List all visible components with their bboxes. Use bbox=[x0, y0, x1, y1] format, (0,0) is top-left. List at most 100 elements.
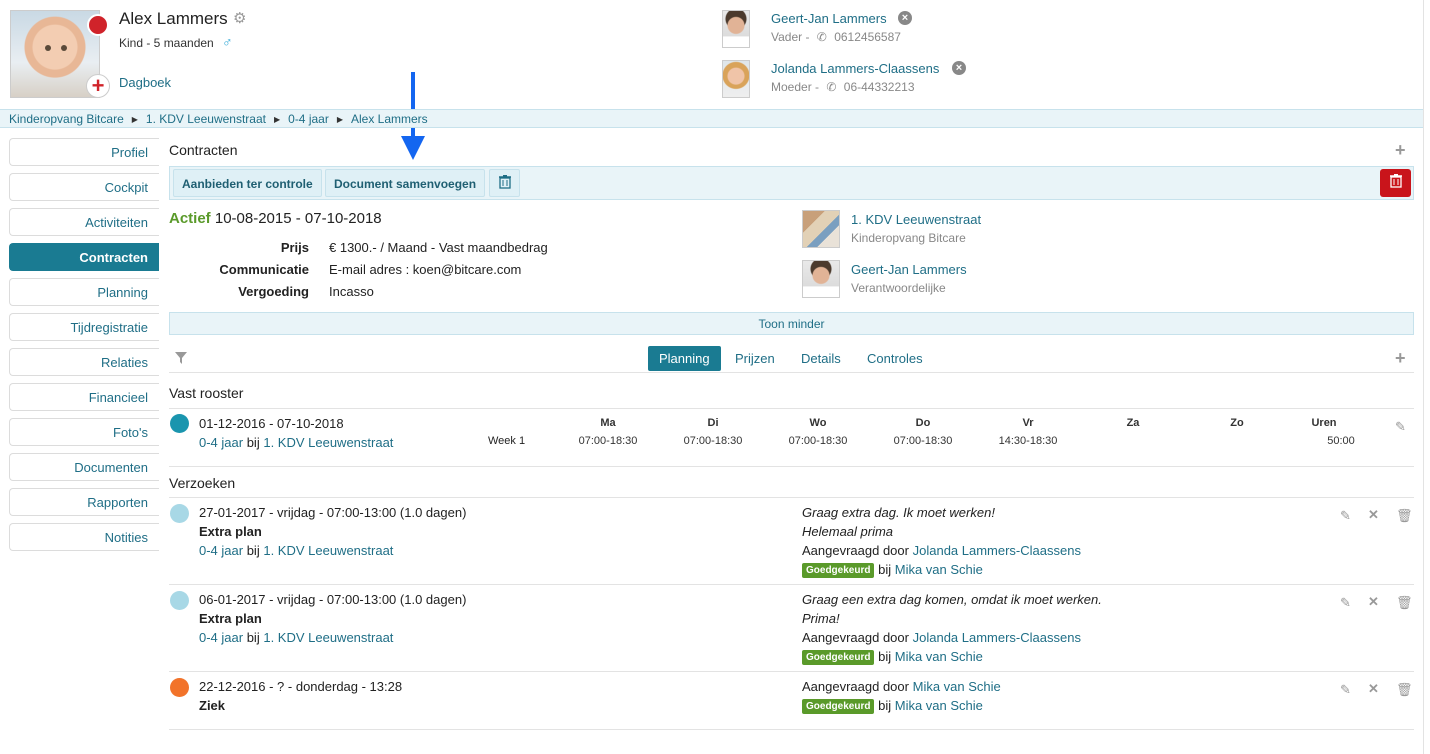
approval-line: Goedgekeurd bij Mika van Schie bbox=[802, 698, 983, 714]
breadcrumb-item[interactable]: 0-4 jaar bbox=[288, 112, 329, 126]
location-link[interactable]: 1. KDV Leeuwenstraat bbox=[263, 435, 393, 450]
approved-badge: Goedgekeurd bbox=[802, 650, 875, 665]
requested-by-label: Aangevraagd door bbox=[802, 679, 909, 694]
close-icon[interactable]: ✕ bbox=[1368, 594, 1379, 610]
edit-pencil-icon[interactable]: ✎ bbox=[1340, 595, 1351, 611]
add-contract-plus-icon[interactable]: + bbox=[1395, 140, 1406, 161]
requested-by-label: Aangevraagd door bbox=[802, 543, 909, 558]
edit-pencil-icon[interactable]: ✎ bbox=[1395, 419, 1406, 435]
tab-planning[interactable]: Planning bbox=[648, 346, 721, 371]
requests-title: Verzoeken bbox=[169, 475, 236, 491]
delete-contract-trash-icon[interactable] bbox=[1380, 169, 1411, 197]
submit-for-review-button[interactable]: Aanbieden ter controle bbox=[173, 169, 322, 197]
sidebar-item-profiel[interactable]: Profiel bbox=[9, 138, 159, 166]
parent-photo[interactable] bbox=[722, 10, 750, 48]
field-value-prijs: € 1300.- / Maand - Vast maandbedrag bbox=[329, 240, 548, 255]
requester-link[interactable]: Jolanda Lammers-Claassens bbox=[913, 630, 1081, 645]
location-link[interactable]: 1. KDV Leeuwenstraat bbox=[263, 630, 393, 645]
day-time: 07:00-18:30 bbox=[788, 435, 848, 447]
day-header: Do bbox=[915, 417, 931, 429]
day-header: Ma bbox=[600, 417, 616, 429]
requester-link[interactable]: Jolanda Lammers-Claassens bbox=[913, 543, 1081, 558]
request-note: Graag een extra dag komen, omdat ik moet… bbox=[802, 592, 1102, 607]
requested-by: Aangevraagd door Mika van Schie bbox=[802, 679, 1001, 694]
remove-icon[interactable]: × bbox=[952, 61, 966, 75]
field-label-prijs: Prijs bbox=[280, 240, 309, 255]
add-planning-plus-icon[interactable]: + bbox=[1395, 348, 1406, 369]
approver-link[interactable]: Mika van Schie bbox=[895, 698, 983, 713]
merge-document-button[interactable]: Document samenvoegen bbox=[325, 169, 486, 197]
location-photo[interactable] bbox=[802, 210, 840, 248]
request-type: Ziek bbox=[199, 698, 226, 713]
at-label: bij bbox=[246, 435, 260, 450]
parent-role-label: Moeder - bbox=[771, 80, 823, 94]
sidebar-item-documenten[interactable]: Documenten bbox=[9, 453, 159, 481]
breadcrumb-item[interactable]: Alex Lammers bbox=[351, 112, 428, 126]
location-link[interactable]: 1. KDV Leeuwenstraat bbox=[851, 212, 981, 227]
sidebar-item-rapporten[interactable]: Rapporten bbox=[9, 488, 159, 516]
requested-by: Aangevraagd door Jolanda Lammers-Claasse… bbox=[802, 630, 1081, 645]
sidebar-item-relaties[interactable]: Relaties bbox=[9, 348, 159, 376]
remove-icon[interactable]: × bbox=[898, 11, 912, 25]
filter-icon[interactable] bbox=[175, 352, 187, 367]
edit-pencil-icon[interactable]: ✎ bbox=[1340, 682, 1351, 698]
at-label: bij bbox=[878, 562, 892, 577]
group-link[interactable]: 0-4 jaar bbox=[199, 543, 243, 558]
contract-period: 10-08-2015 - 07-10-2018 bbox=[214, 210, 382, 227]
responsible-role: Verantwoordelijke bbox=[851, 281, 946, 295]
sidebar-item-activiteiten[interactable]: Activiteiten bbox=[9, 208, 159, 236]
parent-role-label: Vader - bbox=[771, 30, 813, 44]
approval-line: Goedgekeurd bij Mika van Schie bbox=[802, 649, 983, 665]
trash-icon[interactable]: 🗑 bbox=[1396, 508, 1413, 524]
schedule-period: 01-12-2016 - 07-10-2018 bbox=[199, 416, 344, 431]
day-time: 14:30-18:30 bbox=[998, 435, 1058, 447]
requested-by-label: Aangevraagd door bbox=[802, 630, 909, 645]
request-location: 0-4 jaar bij 1. KDV Leeuwenstraat bbox=[199, 630, 393, 645]
location-org: Kinderopvang Bitcare bbox=[851, 231, 966, 245]
at-label: bij bbox=[246, 543, 260, 558]
show-less-toggle[interactable]: Toon minder bbox=[169, 312, 1414, 335]
breadcrumb-item[interactable]: Kinderopvang Bitcare bbox=[9, 112, 124, 126]
trash-icon[interactable]: 🗑 bbox=[1396, 595, 1413, 611]
request-reply: Prima! bbox=[802, 611, 840, 626]
responsible-photo[interactable] bbox=[802, 260, 840, 298]
sidebar-item-tijdregistratie[interactable]: Tijdregistratie bbox=[9, 313, 159, 341]
request-status-dot bbox=[170, 504, 189, 523]
tab-details[interactable]: Details bbox=[790, 346, 852, 371]
breadcrumb-item[interactable]: 1. KDV Leeuwenstraat bbox=[146, 112, 266, 126]
group-link[interactable]: 0-4 jaar bbox=[199, 630, 243, 645]
parent-photo[interactable] bbox=[722, 60, 750, 98]
sidebar-item-notities[interactable]: Notities bbox=[9, 523, 159, 551]
tab-controles[interactable]: Controles bbox=[856, 346, 934, 371]
sidebar-item-planning[interactable]: Planning bbox=[9, 278, 159, 306]
day-header: Za bbox=[1126, 417, 1140, 429]
diary-link[interactable]: Dagboek bbox=[119, 75, 171, 90]
at-label: bij bbox=[878, 698, 892, 713]
approver-link[interactable]: Mika van Schie bbox=[895, 649, 983, 664]
divider bbox=[169, 408, 1414, 409]
approver-link[interactable]: Mika van Schie bbox=[895, 562, 983, 577]
trash-icon[interactable]: 🗑 bbox=[1396, 682, 1413, 698]
close-icon[interactable]: ✕ bbox=[1368, 507, 1379, 523]
sidebar-item-financieel[interactable]: Financieel bbox=[9, 383, 159, 411]
parent-name-link[interactable]: Geert-Jan Lammers bbox=[771, 11, 887, 26]
requester-link[interactable]: Mika van Schie bbox=[913, 679, 1001, 694]
sidebar-item-fotos[interactable]: Foto's bbox=[9, 418, 159, 446]
field-value-communicatie: E-mail adres : koen@bitcare.com bbox=[329, 262, 522, 277]
responsible-link[interactable]: Geert-Jan Lammers bbox=[851, 262, 967, 277]
status-label: Actief bbox=[169, 210, 211, 227]
trash-icon[interactable] bbox=[489, 169, 520, 197]
location-link[interactable]: 1. KDV Leeuwenstraat bbox=[263, 543, 393, 558]
parent-name-link[interactable]: Jolanda Lammers-Claassens bbox=[771, 61, 939, 76]
sidebar-item-cockpit[interactable]: Cockpit bbox=[9, 173, 159, 201]
divider bbox=[169, 497, 1414, 498]
divider bbox=[169, 372, 1414, 373]
sidebar-item-contracten[interactable]: Contracten bbox=[9, 243, 159, 271]
edit-pencil-icon[interactable]: ✎ bbox=[1340, 508, 1351, 524]
request-datetime: 27-01-2017 - vrijdag - 07:00-13:00 (1.0 … bbox=[199, 505, 467, 520]
gear-icon[interactable]: ⚙ bbox=[233, 9, 246, 27]
group-link[interactable]: 0-4 jaar bbox=[199, 435, 243, 450]
close-icon[interactable]: ✕ bbox=[1368, 681, 1379, 697]
day-header: Vr bbox=[1022, 417, 1034, 429]
tab-prijzen[interactable]: Prijzen bbox=[724, 346, 786, 371]
